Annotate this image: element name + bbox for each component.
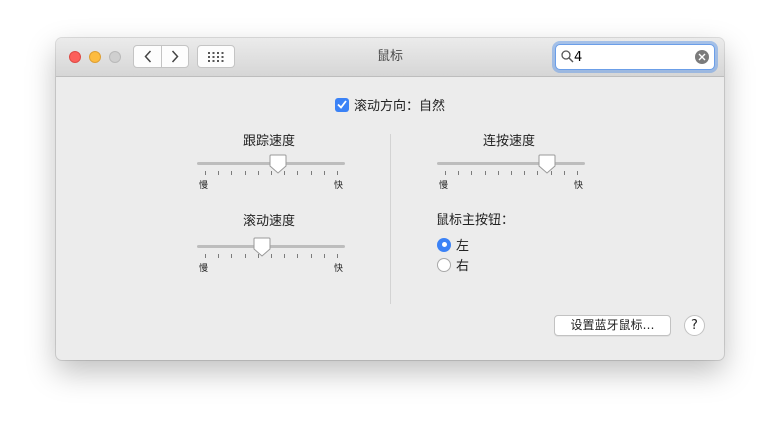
back-button[interactable]: [134, 46, 162, 67]
slow-label: 慢: [199, 181, 209, 191]
radio-right-label: 右: [456, 259, 470, 274]
tracking-speed-label: 跟踪速度: [242, 134, 295, 149]
fast-label: 快: [333, 264, 343, 274]
slider-tick: [471, 171, 473, 175]
tracking-speed-slider[interactable]: 慢 快: [197, 154, 345, 194]
slider-track: [197, 245, 345, 248]
slider-tick: [524, 171, 526, 175]
preferences-window: 鼠标 滚动方向：自然 跟踪速度 慢 快: [56, 38, 724, 360]
slider-knob[interactable]: [253, 237, 271, 257]
slider-tick: [284, 254, 286, 258]
slider-tick: [310, 254, 312, 258]
radio-right[interactable]: [437, 257, 451, 272]
show-all-grid-icon: [208, 51, 224, 62]
clear-icon: [698, 53, 706, 61]
scroll-speed-label: 滚动速度: [242, 214, 295, 229]
scroll-speed-slider[interactable]: 慢 快: [197, 237, 345, 277]
slider-tick: [205, 171, 206, 175]
slider-tick: [257, 171, 259, 175]
slider-tick: [458, 171, 460, 175]
slider-tick: [205, 254, 206, 258]
setup-bluetooth-mouse-button[interactable]: 设置蓝牙鼠标…: [554, 315, 671, 336]
slider-tick: [445, 171, 446, 175]
scroll-direction-label: 滚动方向：自然: [354, 99, 446, 114]
search-icon: [561, 50, 574, 63]
slider-tick: [244, 254, 246, 258]
fast-label: 快: [333, 181, 343, 191]
radio-left[interactable]: [437, 237, 451, 252]
slider-tick: [297, 171, 299, 175]
slider-tick: [337, 171, 338, 175]
column-divider: [390, 134, 391, 304]
slider-tick: [323, 254, 325, 258]
double-click-speed-label: 连按速度: [482, 134, 535, 149]
slider-tick: [323, 171, 325, 175]
search-input[interactable]: [574, 48, 694, 66]
checkmark-icon: [337, 100, 347, 109]
forward-icon: [171, 50, 179, 63]
slider-tick: [297, 254, 299, 258]
slider-tick: [244, 171, 246, 175]
scroll-direction-option[interactable]: 滚动方向：自然: [335, 95, 445, 114]
slider-knob[interactable]: [538, 154, 556, 174]
search-field[interactable]: [555, 44, 715, 70]
slider-tick: [577, 171, 578, 175]
slow-label: 慢: [439, 181, 449, 191]
minimize-icon[interactable]: [89, 51, 101, 63]
slow-label: 慢: [199, 264, 209, 274]
slider-tick: [337, 254, 338, 258]
show-all-button[interactable]: [197, 45, 235, 68]
clear-search-button[interactable]: [695, 50, 709, 64]
primary-button-right-option[interactable]: 右: [437, 255, 469, 274]
slider-tick: [511, 171, 512, 175]
scroll-direction-checkbox[interactable]: [335, 97, 349, 112]
slider-tick: [484, 171, 486, 175]
primary-button-left-option[interactable]: 左: [437, 235, 469, 254]
primary-button-title: 鼠标主按钮：: [436, 213, 515, 228]
slider-track: [437, 162, 585, 165]
slider-ticks: [437, 171, 585, 176]
slider-tick: [231, 254, 233, 258]
help-button[interactable]: ?: [684, 315, 705, 336]
slider-tick: [563, 171, 565, 175]
slider-tick: [271, 254, 272, 258]
double-click-speed-slider[interactable]: 慢 快: [437, 154, 585, 194]
titlebar: 鼠标: [56, 38, 724, 77]
back-icon: [143, 50, 151, 63]
slider-tick: [231, 171, 233, 175]
slider-tick: [310, 171, 312, 175]
navigation-buttons: [133, 45, 189, 68]
fast-label: 快: [573, 181, 583, 191]
slider-knob[interactable]: [269, 154, 287, 174]
zoom-icon[interactable]: [109, 51, 121, 63]
slider-tick: [218, 254, 220, 258]
slider-ticks: [197, 254, 345, 259]
radio-left-label: 左: [456, 239, 470, 254]
slider-tick: [218, 171, 220, 175]
close-icon[interactable]: [69, 51, 81, 63]
slider-tick: [497, 171, 499, 175]
forward-button[interactable]: [161, 46, 188, 67]
